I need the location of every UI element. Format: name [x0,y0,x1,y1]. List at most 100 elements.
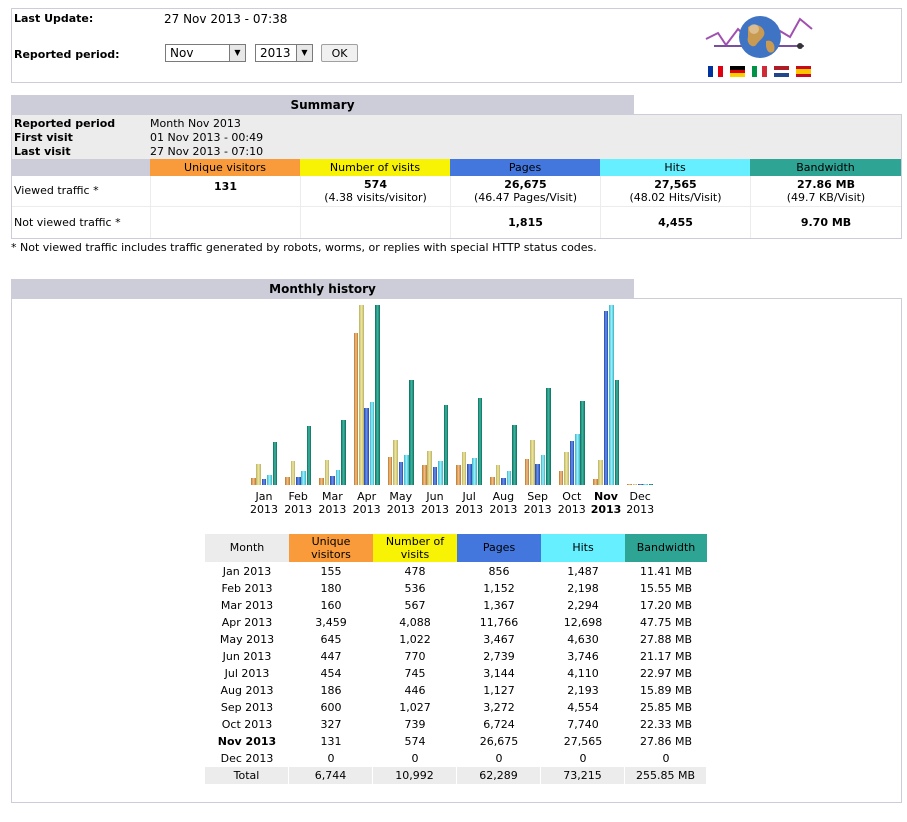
bar-aug-s1 [495,465,501,485]
bar-jul-s0 [456,465,461,485]
chart-month-label: Feb 2013 [281,490,315,516]
chart-month-label: Jan 2013 [247,490,281,516]
bar-dec-s3 [643,483,648,485]
bar-jan-s1 [256,463,261,485]
bar-mar-s0 [319,477,324,485]
chart-month-label: Apr 2013 [350,490,384,516]
chart-month-name: Oct [562,490,582,503]
bar-aug-s2 [501,477,506,485]
cell-visits: 1,027 [399,701,431,714]
chart-month-name: Nov [594,490,618,503]
chart-month-label: May 2013 [384,490,418,516]
table-row: Jan 2013 155 478 856 1,487 11.41 MB [205,563,707,580]
table-row: Jun 2013 447 770 2,739 3,746 21.17 MB [205,648,707,665]
bar-aug-s3 [506,470,512,485]
chart-month-name: Apr [357,490,377,503]
cell-hits: 4,630 [567,633,599,646]
cell-unique: 180 [320,582,342,595]
cell-month: Jul 2013 [224,667,270,680]
table-row: Mar 2013 160 567 1,367 2,294 17.20 MB [205,597,707,614]
bar-jun-s1 [427,451,432,485]
cell-bandwidth: 27.88 MB [639,633,693,646]
bar-feb-s3 [301,470,306,485]
cell-unique: 131 [320,735,342,748]
chart-month-year: 2013 [590,503,622,516]
cell-bandwidth: 15.89 MB [639,684,693,697]
table-row: Oct 2013 327 739 6,724 7,740 22.33 MB [205,716,707,733]
cell-month: Nov 2013 [217,735,277,748]
table-row: Nov 2013 131 574 26,675 27,565 27.86 MB [205,733,707,750]
cell-hits: 2,193 [567,684,599,697]
chart-month-year: 2013 [284,503,313,516]
chart-month-name: Aug [492,490,515,503]
bar-may-s0 [387,456,393,485]
cell-month: Jun 2013 [222,650,272,663]
history-table-header: Month Unique visitors Number of visits P… [205,534,707,562]
chart-month-year: 2013 [489,503,518,516]
bar-may-s2 [398,462,404,485]
chart-month-label: Jul 2013 [452,490,486,516]
chart-month-name: Sep [527,490,548,503]
cell-month: Total [205,767,289,784]
chart-month-year: 2013 [421,503,449,516]
cell-month: Feb 2013 [221,582,273,595]
chart-month-name: Jan [255,490,273,503]
bar-jul-s2 [467,464,472,485]
cell-unique: 454 [320,667,342,680]
cell-visits: 4,088 [399,616,431,629]
bar-jan-s3 [267,475,272,485]
chart-month-name: Jul [462,490,476,503]
bar-dec-s0 [627,483,632,485]
cell-visits: 478 [404,565,426,578]
cell-visits: 10,992 [373,767,457,784]
cell-month: Sep 2013 [220,701,274,714]
table-row: Feb 2013 180 536 1,152 2,198 15.55 MB [205,580,707,597]
chart-month-year: 2013 [318,503,347,516]
bar-feb-s4 [306,426,312,485]
cell-pages: 1,367 [483,599,515,612]
bar-apr-s4 [375,305,380,485]
cell-pages: 3,467 [483,633,515,646]
bar-sep-s1 [530,439,535,485]
bar-jul-s3 [472,458,477,485]
bar-apr-s3 [369,402,375,485]
bar-nov-s1 [598,459,603,485]
chart-month-label: Sep 2013 [521,490,555,516]
cell-bandwidth: 15.55 MB [639,582,693,595]
cell-bandwidth: 22.97 MB [639,667,693,680]
bar-aug-s0 [490,476,495,485]
table-row: Sep 2013 600 1,027 3,272 4,554 25.85 MB [205,699,707,716]
cell-pages: 3,272 [483,701,515,714]
cell-hits: 4,554 [567,701,599,714]
bar-jun-s3 [438,460,443,485]
bar-jan-s2 [261,479,267,485]
cell-unique: 155 [320,565,342,578]
cell-pages: 0 [495,752,503,765]
chart-month-label: Jun 2013 [418,490,452,516]
bar-dec-s1 [632,483,638,485]
monthly-history-chart: Jan 2013 Feb 2013 Mar 2013 Apr 2013 May 2013 Jun 20… [0,0,907,530]
cell-hits: 2,198 [567,582,599,595]
cell-visits: 567 [404,599,426,612]
cell-hits: 1,487 [567,565,599,578]
chart-month-name: Mar [322,490,343,503]
cell-hits: 4,110 [567,667,599,680]
bar-jan-s4 [272,441,278,485]
th-month: Month [205,534,289,562]
cell-bandwidth: 21.17 MB [639,650,693,663]
bar-feb-s1 [290,461,296,485]
cell-month: Jan 2013 [222,565,272,578]
cell-bandwidth: 0 [662,752,670,765]
th-bandwidth: Bandwidth [625,534,707,562]
chart-month-year: 2013 [386,503,415,516]
cell-bandwidth: 22.33 MB [639,718,693,731]
bar-nov-s4 [614,379,620,485]
cell-unique: 3,459 [315,616,347,629]
cell-bandwidth: 25.85 MB [639,701,693,714]
bar-may-s1 [393,440,398,485]
cell-unique: 447 [320,650,342,663]
cell-bandwidth: 47.75 MB [639,616,693,629]
chart-month-name: Dec [629,490,651,503]
chart-month-year: 2013 [352,503,381,516]
bar-nov-s0 [593,479,598,485]
